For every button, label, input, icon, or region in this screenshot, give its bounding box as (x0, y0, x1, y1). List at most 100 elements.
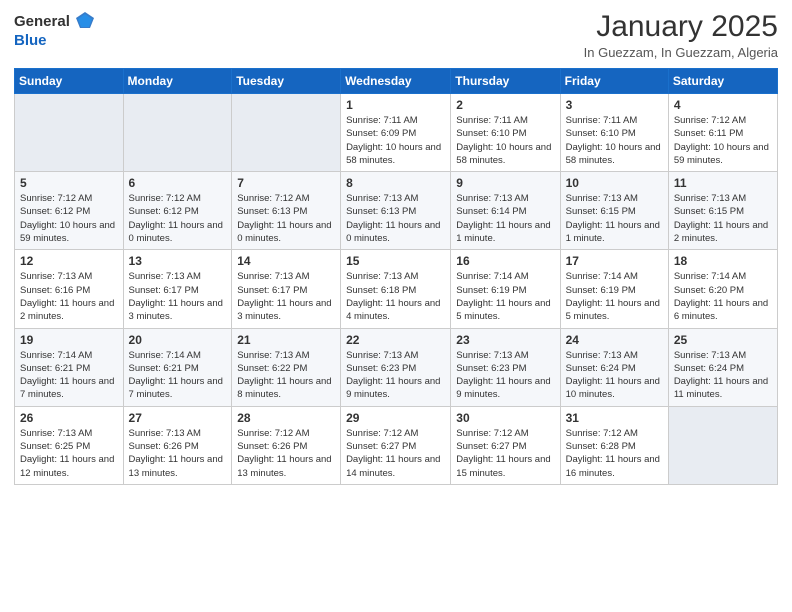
header-wednesday: Wednesday (341, 69, 451, 94)
day-number: 28 (237, 411, 335, 425)
day-number: 3 (566, 98, 663, 112)
day-info: Sunrise: 7:13 AM Sunset: 6:16 PM Dayligh… (20, 270, 118, 323)
day-info: Sunrise: 7:13 AM Sunset: 6:23 PM Dayligh… (346, 349, 445, 402)
calendar-cell: 17Sunrise: 7:14 AM Sunset: 6:19 PM Dayli… (560, 250, 668, 328)
day-info: Sunrise: 7:13 AM Sunset: 6:23 PM Dayligh… (456, 349, 554, 402)
day-info: Sunrise: 7:13 AM Sunset: 6:24 PM Dayligh… (674, 349, 772, 402)
calendar-cell: 15Sunrise: 7:13 AM Sunset: 6:18 PM Dayli… (341, 250, 451, 328)
calendar-cell: 8Sunrise: 7:13 AM Sunset: 6:13 PM Daylig… (341, 172, 451, 250)
calendar-cell: 7 Sunrise: 7:12 AM Sunset: 6:13 PM Daylig… (232, 172, 341, 250)
day-number: 31 (566, 411, 663, 425)
day-number: 29 (346, 411, 445, 425)
day-number: 18 (674, 254, 772, 268)
day-info: Sunrise: 7:12 AM Sunset: 6:12 PM Dayligh… (20, 192, 118, 245)
calendar-week-row: 1 Sunrise: 7:11 AM Sunset: 6:09 PM Daylig… (15, 94, 778, 172)
day-number: 5 (20, 176, 118, 190)
calendar-cell: 1 Sunrise: 7:11 AM Sunset: 6:09 PM Daylig… (341, 94, 451, 172)
day-number: 4 (674, 98, 772, 112)
calendar-cell: 29 Sunrise: 7:12 AM Sunset: 6:27 PM Dayli… (341, 406, 451, 484)
logo-general: General (14, 13, 70, 30)
logo: General Blue (14, 10, 96, 49)
day-info: Sunrise: 7:14 AM Sunset: 6:19 PM Dayligh… (456, 270, 554, 323)
day-info: Sunrise: 7:13 AM Sunset: 6:15 PM Dayligh… (566, 192, 663, 245)
calendar-cell: 24 Sunrise: 7:13 AM Sunset: 6:24 PM Dayli… (560, 328, 668, 406)
day-number: 22 (346, 333, 445, 347)
day-info: Sunrise: 7:14 AM Sunset: 6:21 PM Dayligh… (20, 349, 118, 402)
day-number: 12 (20, 254, 118, 268)
day-info: Sunrise: 7:13 AM Sunset: 6:17 PM Dayligh… (237, 270, 335, 323)
calendar-cell: 6Sunrise: 7:12 AM Sunset: 6:12 PM Daylig… (123, 172, 232, 250)
header: General Blue January 2025 In Guezzam, In… (14, 10, 778, 60)
day-info: Sunrise: 7:13 AM Sunset: 6:24 PM Dayligh… (566, 349, 663, 402)
calendar-cell: 25 Sunrise: 7:13 AM Sunset: 6:24 PM Dayli… (668, 328, 777, 406)
calendar-cell: 16 Sunrise: 7:14 AM Sunset: 6:19 PM Dayli… (451, 250, 560, 328)
calendar-cell (668, 406, 777, 484)
day-info: Sunrise: 7:12 AM Sunset: 6:27 PM Dayligh… (456, 427, 554, 480)
day-number: 7 (237, 176, 335, 190)
day-number: 10 (566, 176, 663, 190)
calendar-cell: 3 Sunrise: 7:11 AM Sunset: 6:10 PM Daylig… (560, 94, 668, 172)
day-info: Sunrise: 7:14 AM Sunset: 6:21 PM Dayligh… (129, 349, 227, 402)
day-number: 1 (346, 98, 445, 112)
day-info: Sunrise: 7:12 AM Sunset: 6:13 PM Dayligh… (237, 192, 335, 245)
day-info: Sunrise: 7:12 AM Sunset: 6:12 PM Dayligh… (129, 192, 227, 245)
calendar-cell: 11 Sunrise: 7:13 AM Sunset: 6:15 PM Dayli… (668, 172, 777, 250)
calendar-cell: 22 Sunrise: 7:13 AM Sunset: 6:23 PM Dayli… (341, 328, 451, 406)
calendar-cell: 28 Sunrise: 7:12 AM Sunset: 6:26 PM Dayli… (232, 406, 341, 484)
logo-flag-icon (74, 10, 96, 32)
day-info: Sunrise: 7:12 AM Sunset: 6:27 PM Dayligh… (346, 427, 445, 480)
day-info: Sunrise: 7:11 AM Sunset: 6:09 PM Dayligh… (346, 114, 445, 167)
day-number: 20 (129, 333, 227, 347)
day-info: Sunrise: 7:11 AM Sunset: 6:10 PM Dayligh… (566, 114, 663, 167)
day-info: Sunrise: 7:14 AM Sunset: 6:20 PM Dayligh… (674, 270, 772, 323)
calendar-cell: 4Sunrise: 7:12 AM Sunset: 6:11 PM Daylig… (668, 94, 777, 172)
calendar-cell: 12 Sunrise: 7:13 AM Sunset: 6:16 PM Dayli… (15, 250, 124, 328)
calendar-cell: 20 Sunrise: 7:14 AM Sunset: 6:21 PM Dayli… (123, 328, 232, 406)
calendar-cell: 23Sunrise: 7:13 AM Sunset: 6:23 PM Dayli… (451, 328, 560, 406)
calendar-cell (123, 94, 232, 172)
weekday-header-row: Sunday Monday Tuesday Wednesday Thursday… (15, 69, 778, 94)
day-info: Sunrise: 7:13 AM Sunset: 6:15 PM Dayligh… (674, 192, 772, 245)
title-block: January 2025 In Guezzam, In Guezzam, Alg… (584, 10, 778, 60)
calendar-cell: 21 Sunrise: 7:13 AM Sunset: 6:22 PM Dayli… (232, 328, 341, 406)
calendar-table: Sunday Monday Tuesday Wednesday Thursday… (14, 68, 778, 485)
calendar-cell (232, 94, 341, 172)
day-info: Sunrise: 7:12 AM Sunset: 6:26 PM Dayligh… (237, 427, 335, 480)
calendar-cell: 19 Sunrise: 7:14 AM Sunset: 6:21 PM Dayli… (15, 328, 124, 406)
header-friday: Friday (560, 69, 668, 94)
day-number: 15 (346, 254, 445, 268)
calendar-week-row: 12 Sunrise: 7:13 AM Sunset: 6:16 PM Dayli… (15, 250, 778, 328)
calendar-cell: 13 Sunrise: 7:13 AM Sunset: 6:17 PM Dayli… (123, 250, 232, 328)
calendar-location: In Guezzam, In Guezzam, Algeria (584, 45, 778, 60)
day-number: 30 (456, 411, 554, 425)
day-number: 21 (237, 333, 335, 347)
day-number: 13 (129, 254, 227, 268)
day-number: 24 (566, 333, 663, 347)
day-number: 25 (674, 333, 772, 347)
calendar-cell: 10 Sunrise: 7:13 AM Sunset: 6:15 PM Dayli… (560, 172, 668, 250)
day-number: 19 (20, 333, 118, 347)
page: General Blue January 2025 In Guezzam, In… (0, 0, 792, 612)
day-info: Sunrise: 7:12 AM Sunset: 6:28 PM Dayligh… (566, 427, 663, 480)
day-number: 27 (129, 411, 227, 425)
calendar-cell: 2Sunrise: 7:11 AM Sunset: 6:10 PM Daylig… (451, 94, 560, 172)
day-number: 16 (456, 254, 554, 268)
calendar-cell: 27 Sunrise: 7:13 AM Sunset: 6:26 PM Dayli… (123, 406, 232, 484)
day-number: 9 (456, 176, 554, 190)
calendar-cell: 26Sunrise: 7:13 AM Sunset: 6:25 PM Dayli… (15, 406, 124, 484)
day-number: 2 (456, 98, 554, 112)
calendar-cell: 14 Sunrise: 7:13 AM Sunset: 6:17 PM Dayli… (232, 250, 341, 328)
calendar-cell: 9Sunrise: 7:13 AM Sunset: 6:14 PM Daylig… (451, 172, 560, 250)
calendar-cell: 5 Sunrise: 7:12 AM Sunset: 6:12 PM Daylig… (15, 172, 124, 250)
header-saturday: Saturday (668, 69, 777, 94)
day-number: 26 (20, 411, 118, 425)
day-info: Sunrise: 7:13 AM Sunset: 6:22 PM Dayligh… (237, 349, 335, 402)
header-monday: Monday (123, 69, 232, 94)
day-info: Sunrise: 7:13 AM Sunset: 6:17 PM Dayligh… (129, 270, 227, 323)
day-info: Sunrise: 7:13 AM Sunset: 6:26 PM Dayligh… (129, 427, 227, 480)
calendar-week-row: 19 Sunrise: 7:14 AM Sunset: 6:21 PM Dayli… (15, 328, 778, 406)
day-info: Sunrise: 7:13 AM Sunset: 6:13 PM Dayligh… (346, 192, 445, 245)
calendar-cell: 31 Sunrise: 7:12 AM Sunset: 6:28 PM Dayli… (560, 406, 668, 484)
day-number: 11 (674, 176, 772, 190)
day-number: 14 (237, 254, 335, 268)
